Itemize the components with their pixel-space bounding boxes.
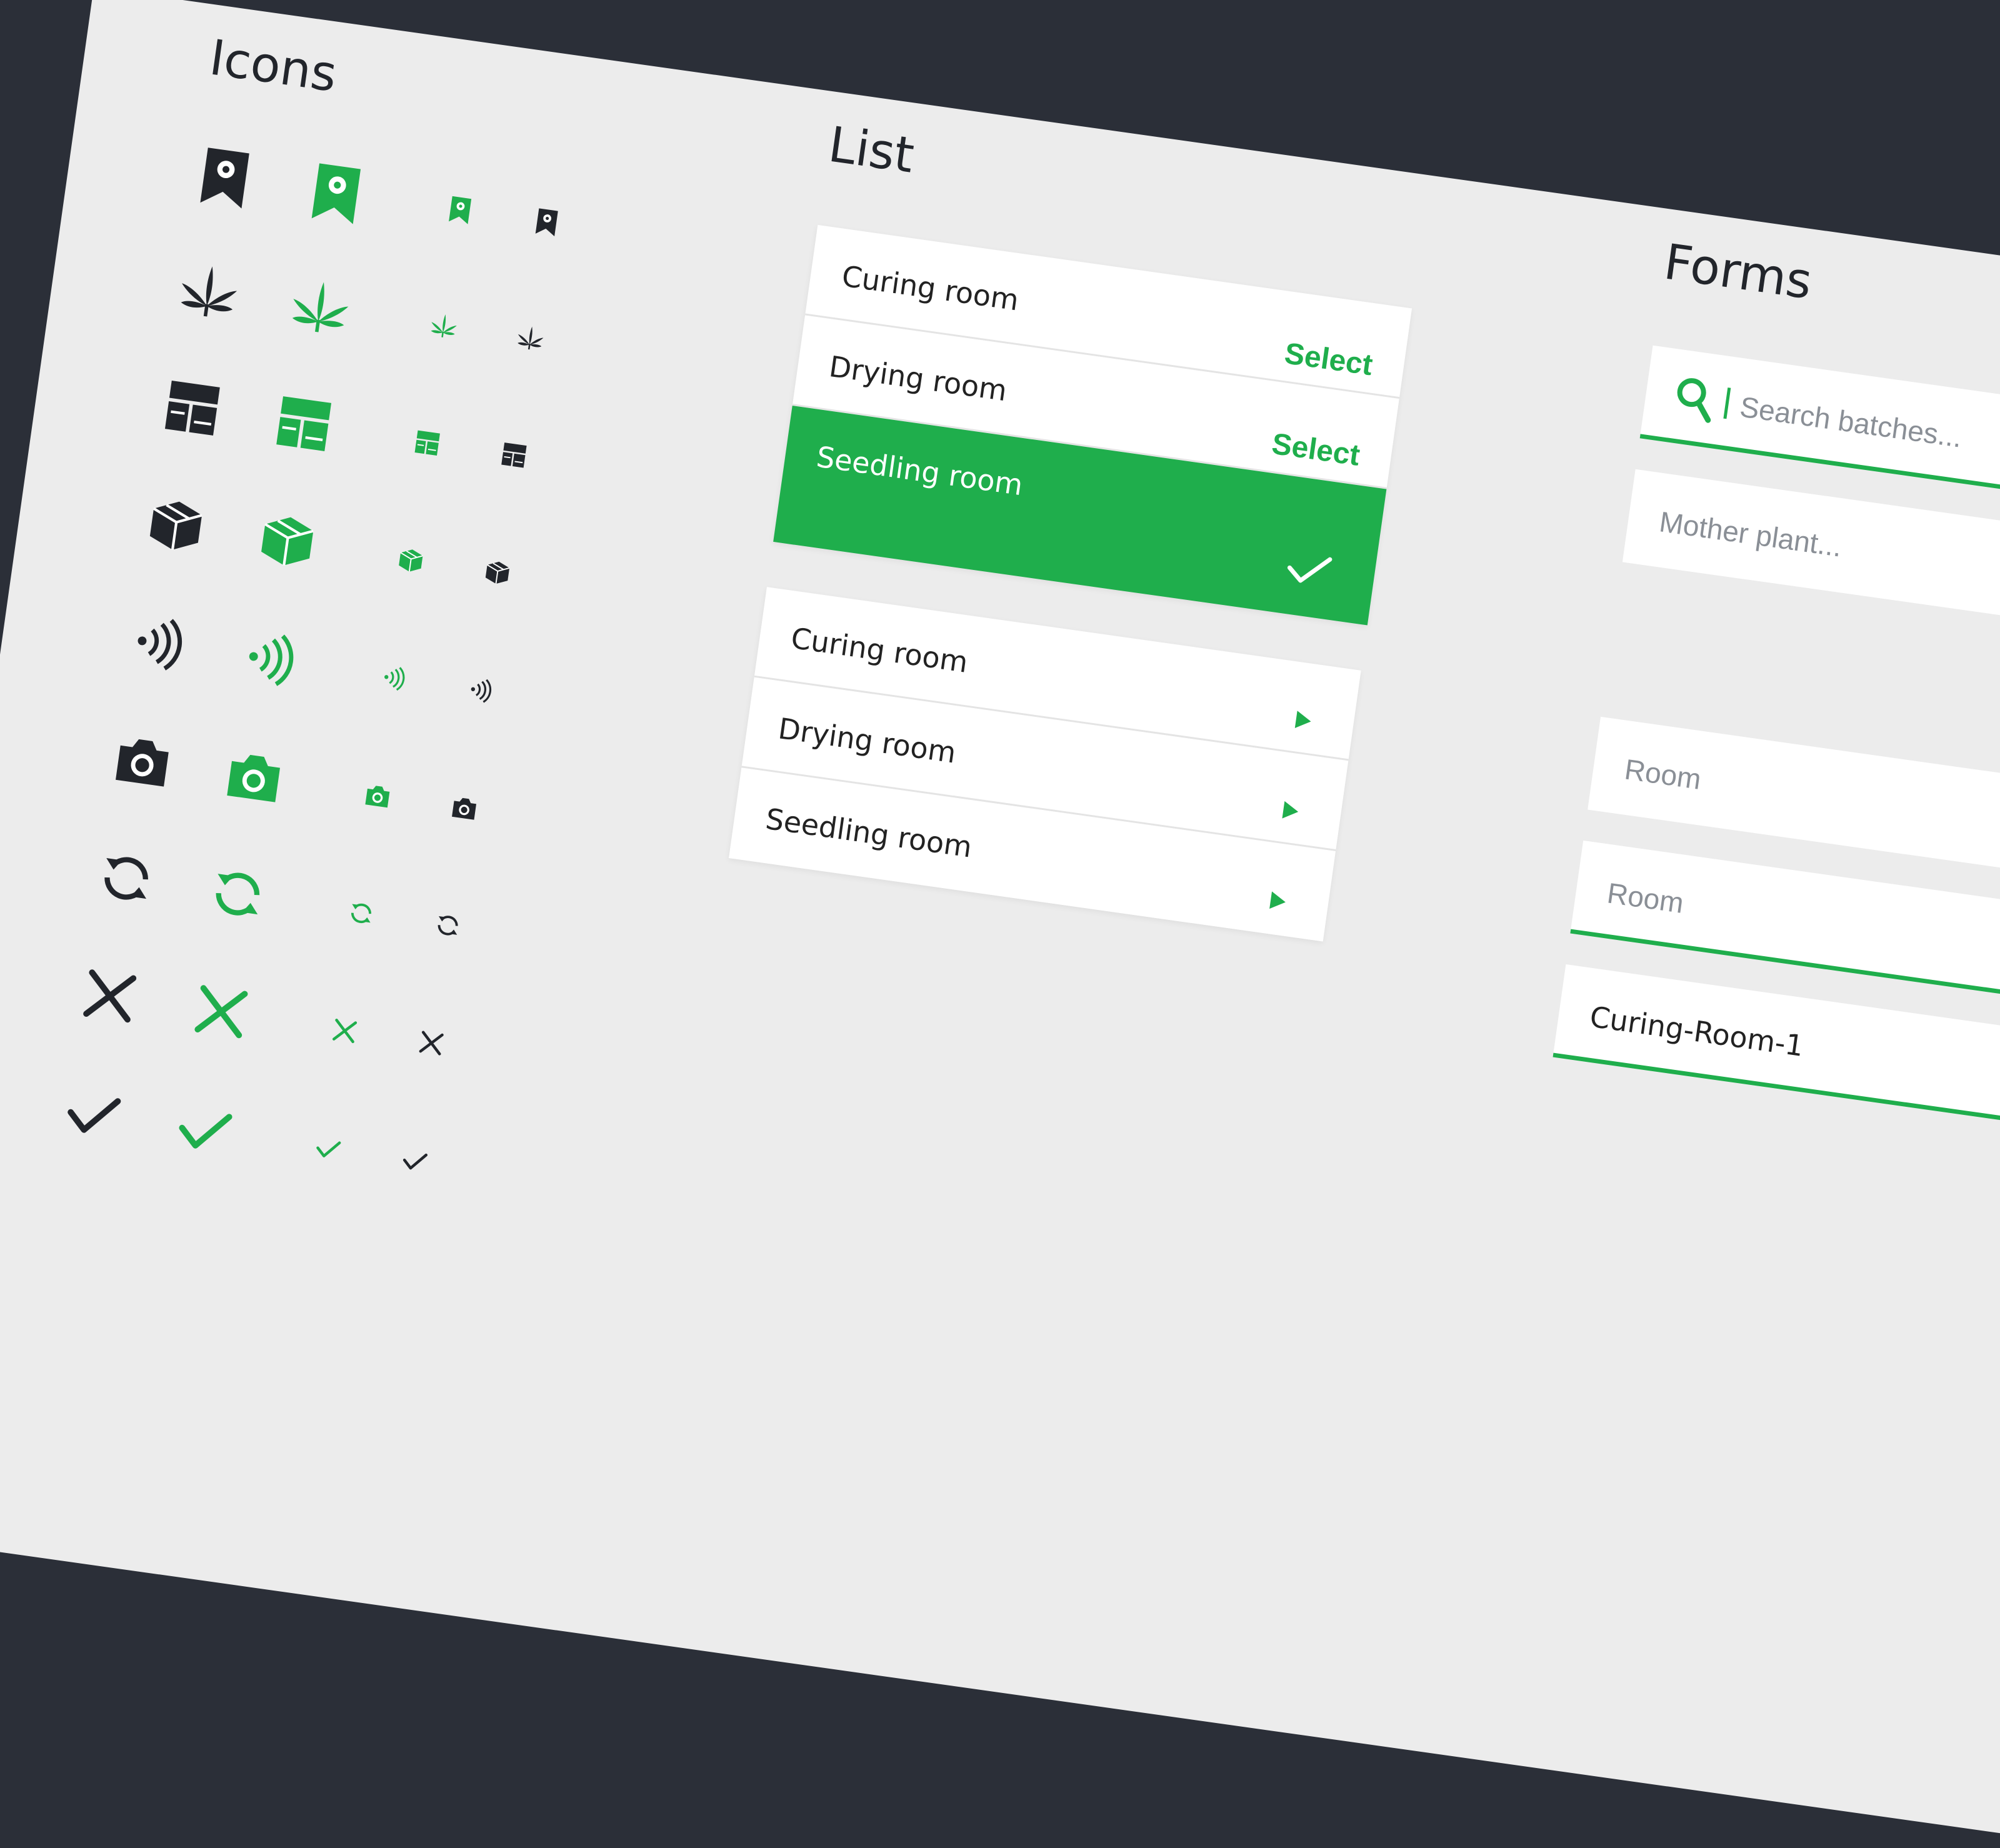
list-heading: List [825,116,918,184]
style-guide-board: Icons List Forms Curing room Select Dryi… [0,0,2000,1848]
room-placeholder: Room [1622,752,1704,796]
room-value-input[interactable]: Curing-Room-1 [1552,964,2000,1124]
bookmark-icon [531,206,563,238]
arrow-right-icon [1282,801,1300,821]
camera-icon [219,745,289,816]
mother-plant-input[interactable]: Mother plant... [1622,469,2000,629]
text-cursor [1723,387,1731,419]
icons-heading: Icons [206,29,341,103]
close-icon [186,980,256,1051]
camera-icon [107,729,178,799]
close-icon [328,1016,361,1049]
check-icon [58,1082,128,1152]
arrow-right-icon [1294,711,1312,731]
bookmark-icon [444,193,476,226]
refresh-icon [345,899,378,931]
list-item-label: Curing room [839,259,1021,317]
arrow-right-icon [1269,891,1287,911]
check-icon [1285,551,1332,588]
navigation-list: Curing room Drying room Seedling room [729,587,1361,942]
layout-icon [157,376,228,447]
select-button[interactable]: Select [1270,427,1362,473]
list-item-label: Curing room [789,621,971,679]
cannabis-leaf-icon [428,311,460,343]
nfc-signal-icon [378,664,411,696]
layout-icon [268,392,339,462]
list-item-label: Seedling room [814,439,1025,502]
close-icon [74,964,144,1035]
mother-plant-placeholder: Mother plant... [1657,505,1844,563]
package-icon [251,509,322,580]
check-icon [169,1097,239,1168]
select-button[interactable]: Select [1282,336,1375,382]
list-item-label: Drying room [776,711,959,770]
refresh-icon [91,847,161,917]
nfc-signal-icon [124,611,194,682]
forms-heading: Forms [1661,234,1816,311]
nfc-signal-icon [464,676,497,708]
close-icon [415,1029,448,1061]
package-icon [140,494,211,564]
camera-icon [361,781,394,814]
bookmark-icon [190,141,261,212]
cannabis-leaf-icon [514,323,547,356]
bookmark-icon [301,157,372,227]
check-icon [398,1146,431,1179]
search-placeholder: Search batches... [1738,390,1964,454]
layout-icon [411,428,443,461]
refresh-icon [202,862,272,933]
cannabis-leaf-icon [173,259,244,329]
check-icon [312,1134,344,1166]
room-value: Curing-Room-1 [1588,999,1806,1063]
refresh-icon [431,911,464,943]
select-list: Curing room Select Drying room Select Se… [773,224,1412,626]
room-placeholder: Room [1605,876,1686,919]
layout-icon [498,441,530,473]
nfc-signal-icon [235,627,306,697]
cannabis-leaf-icon [284,274,355,345]
package-icon [394,546,427,579]
camera-icon [448,793,481,826]
search-icon [1672,374,1718,424]
list-item-label: Drying room [827,349,1009,408]
list-item-label: Seedling room [763,801,974,864]
package-icon [481,558,514,591]
